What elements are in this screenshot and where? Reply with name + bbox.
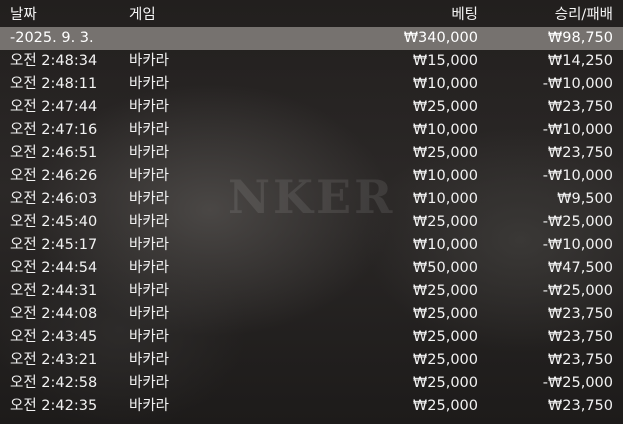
row-bet: ₩25,000 <box>412 306 478 322</box>
row-bet: ₩10,000 <box>412 122 478 138</box>
table-row[interactable]: 오전 2:42:58 바카라 ₩25,000 -₩25,000 <box>0 372 623 395</box>
row-time: 오전 2:43:21 <box>10 352 98 368</box>
row-bet: ₩25,000 <box>412 352 478 368</box>
row-time: 오전 2:44:31 <box>10 283 98 299</box>
row-game: 바카라 <box>129 214 170 230</box>
row-bet: ₩10,000 <box>412 168 478 184</box>
table-row[interactable]: 오전 2:46:03 바카라 ₩10,000 ₩9,500 <box>0 188 623 211</box>
row-bet: ₩25,000 <box>412 375 478 391</box>
row-winloss: -₩10,000 <box>542 76 613 92</box>
table-row[interactable]: 오전 2:44:08 바카라 ₩25,000 ₩23,750 <box>0 303 623 326</box>
group-winloss-total: ₩98,750 <box>547 30 613 46</box>
row-game: 바카라 <box>129 375 170 391</box>
row-game: 바카라 <box>129 76 170 92</box>
row-game: 바카라 <box>129 53 170 69</box>
row-winloss: -₩25,000 <box>542 214 613 230</box>
row-winloss: ₩47,500 <box>547 260 613 276</box>
row-bet: ₩15,000 <box>412 53 478 69</box>
row-winloss: ₩23,750 <box>547 352 613 368</box>
table-row[interactable]: 오전 2:46:51 바카라 ₩25,000 ₩23,750 <box>0 142 623 165</box>
table-row[interactable]: 오전 2:42:35 바카라 ₩25,000 ₩23,750 <box>0 395 623 418</box>
row-game: 바카라 <box>129 398 170 414</box>
row-time: 오전 2:42:58 <box>10 375 98 391</box>
row-game: 바카라 <box>129 145 170 161</box>
bet-history-panel: NKER 날짜 게임 베팅 승리/패배 -2025. 9. 3. ₩340,00… <box>0 0 623 424</box>
row-time: 오전 2:44:54 <box>10 260 98 276</box>
row-game: 바카라 <box>129 283 170 299</box>
row-bet: ₩25,000 <box>412 398 478 414</box>
row-time: 오전 2:45:17 <box>10 237 98 253</box>
row-bet: ₩25,000 <box>412 329 478 345</box>
table-header: 날짜 게임 베팅 승리/패배 <box>0 4 623 27</box>
row-winloss: -₩25,000 <box>542 375 613 391</box>
table-row[interactable]: 오전 2:45:17 바카라 ₩10,000 -₩10,000 <box>0 234 623 257</box>
row-winloss: ₩23,750 <box>547 306 613 322</box>
row-winloss: ₩23,750 <box>547 145 613 161</box>
header-winloss: 승리/패배 <box>554 7 613 23</box>
row-time: 오전 2:46:26 <box>10 168 98 184</box>
row-game: 바카라 <box>129 329 170 345</box>
group-date: -2025. 9. 3. <box>10 30 94 46</box>
row-time: 오전 2:47:44 <box>10 99 98 115</box>
row-bet: ₩25,000 <box>412 145 478 161</box>
row-game: 바카라 <box>129 260 170 276</box>
table-row[interactable]: 오전 2:47:44 바카라 ₩25,000 ₩23,750 <box>0 96 623 119</box>
row-time: 오전 2:46:51 <box>10 145 98 161</box>
row-winloss: ₩23,750 <box>547 99 613 115</box>
row-time: 오전 2:43:45 <box>10 329 98 345</box>
date-group-row[interactable]: -2025. 9. 3. ₩340,000 ₩98,750 <box>0 27 623 50</box>
header-date: 날짜 <box>10 7 37 23</box>
header-game: 게임 <box>129 7 156 23</box>
table-row[interactable]: 오전 2:43:21 바카라 ₩25,000 ₩23,750 <box>0 349 623 372</box>
row-time: 오전 2:44:08 <box>10 306 98 322</box>
row-bet: ₩25,000 <box>412 214 478 230</box>
row-bet: ₩10,000 <box>412 76 478 92</box>
group-bet-total: ₩340,000 <box>403 30 478 46</box>
row-game: 바카라 <box>129 122 170 138</box>
row-winloss: ₩23,750 <box>547 398 613 414</box>
row-game: 바카라 <box>129 237 170 253</box>
row-winloss: ₩23,750 <box>547 329 613 345</box>
table-row[interactable]: 오전 2:43:45 바카라 ₩25,000 ₩23,750 <box>0 326 623 349</box>
table-row[interactable]: 오전 2:45:40 바카라 ₩25,000 -₩25,000 <box>0 211 623 234</box>
row-bet: ₩25,000 <box>412 283 478 299</box>
row-time: 오전 2:46:03 <box>10 191 98 207</box>
row-bet: ₩10,000 <box>412 237 478 253</box>
row-time: 오전 2:47:16 <box>10 122 98 138</box>
table-row[interactable]: 오전 2:48:11 바카라 ₩10,000 -₩10,000 <box>0 73 623 96</box>
row-winloss: -₩10,000 <box>542 237 613 253</box>
row-bet: ₩50,000 <box>412 260 478 276</box>
row-winloss: -₩10,000 <box>542 168 613 184</box>
row-game: 바카라 <box>129 168 170 184</box>
row-winloss: ₩9,500 <box>557 191 613 207</box>
row-winloss: ₩14,250 <box>547 53 613 69</box>
table-row[interactable]: 오전 2:47:16 바카라 ₩10,000 -₩10,000 <box>0 119 623 142</box>
row-game: 바카라 <box>129 99 170 115</box>
bet-rows: 오전 2:48:34 바카라 ₩15,000 ₩14,250 오전 2:48:11 바카라… <box>0 50 623 418</box>
table-row[interactable]: 오전 2:46:26 바카라 ₩10,000 -₩10,000 <box>0 165 623 188</box>
header-bet: 베팅 <box>451 7 478 23</box>
table-row[interactable]: 오전 2:44:54 바카라 ₩50,000 ₩47,500 <box>0 257 623 280</box>
row-time: 오전 2:48:11 <box>10 76 98 92</box>
table-row[interactable]: 오전 2:48:34 바카라 ₩15,000 ₩14,250 <box>0 50 623 73</box>
row-winloss: -₩10,000 <box>542 122 613 138</box>
row-bet: ₩25,000 <box>412 99 478 115</box>
table-row[interactable]: 오전 2:44:31 바카라 ₩25,000 -₩25,000 <box>0 280 623 303</box>
row-time: 오전 2:48:34 <box>10 53 98 69</box>
row-bet: ₩10,000 <box>412 191 478 207</box>
row-time: 오전 2:45:40 <box>10 214 98 230</box>
row-winloss: -₩25,000 <box>542 283 613 299</box>
row-game: 바카라 <box>129 352 170 368</box>
row-game: 바카라 <box>129 191 170 207</box>
row-time: 오전 2:42:35 <box>10 398 98 414</box>
row-game: 바카라 <box>129 306 170 322</box>
